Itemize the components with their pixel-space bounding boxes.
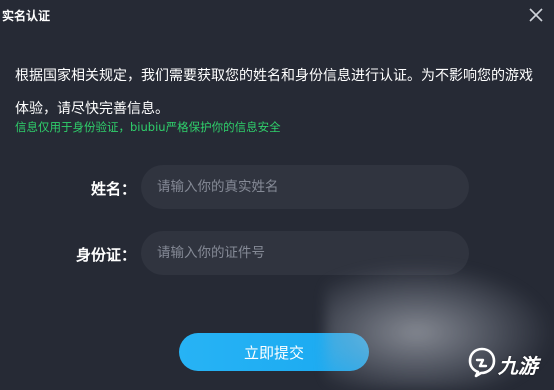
submit-button[interactable]: 立即提交 — [179, 333, 369, 371]
jiuyou-logo-icon — [466, 346, 498, 378]
privacy-notice: 信息仅用于身份验证，biubiu严格保护你的信息安全 — [15, 120, 281, 134]
dialog-title: 实名认证 — [2, 9, 51, 23]
id-number-input[interactable] — [141, 231, 469, 275]
name-label: 姓名： — [90, 180, 136, 198]
name-input[interactable] — [141, 165, 469, 209]
close-icon[interactable] — [526, 5, 546, 25]
id-label: 身份证： — [75, 246, 136, 264]
description-text: 根据国家相关规定，我们需要获取您的姓名和身份信息进行认证。为不影响您的游戏体验，… — [15, 68, 533, 117]
watermark-text: 九游 — [498, 354, 538, 378]
real-name-auth-dialog: 实名认证 根据国家相关规定，我们需要获取您的姓名和身份信息进行认证。为不影响您的… — [0, 0, 554, 390]
